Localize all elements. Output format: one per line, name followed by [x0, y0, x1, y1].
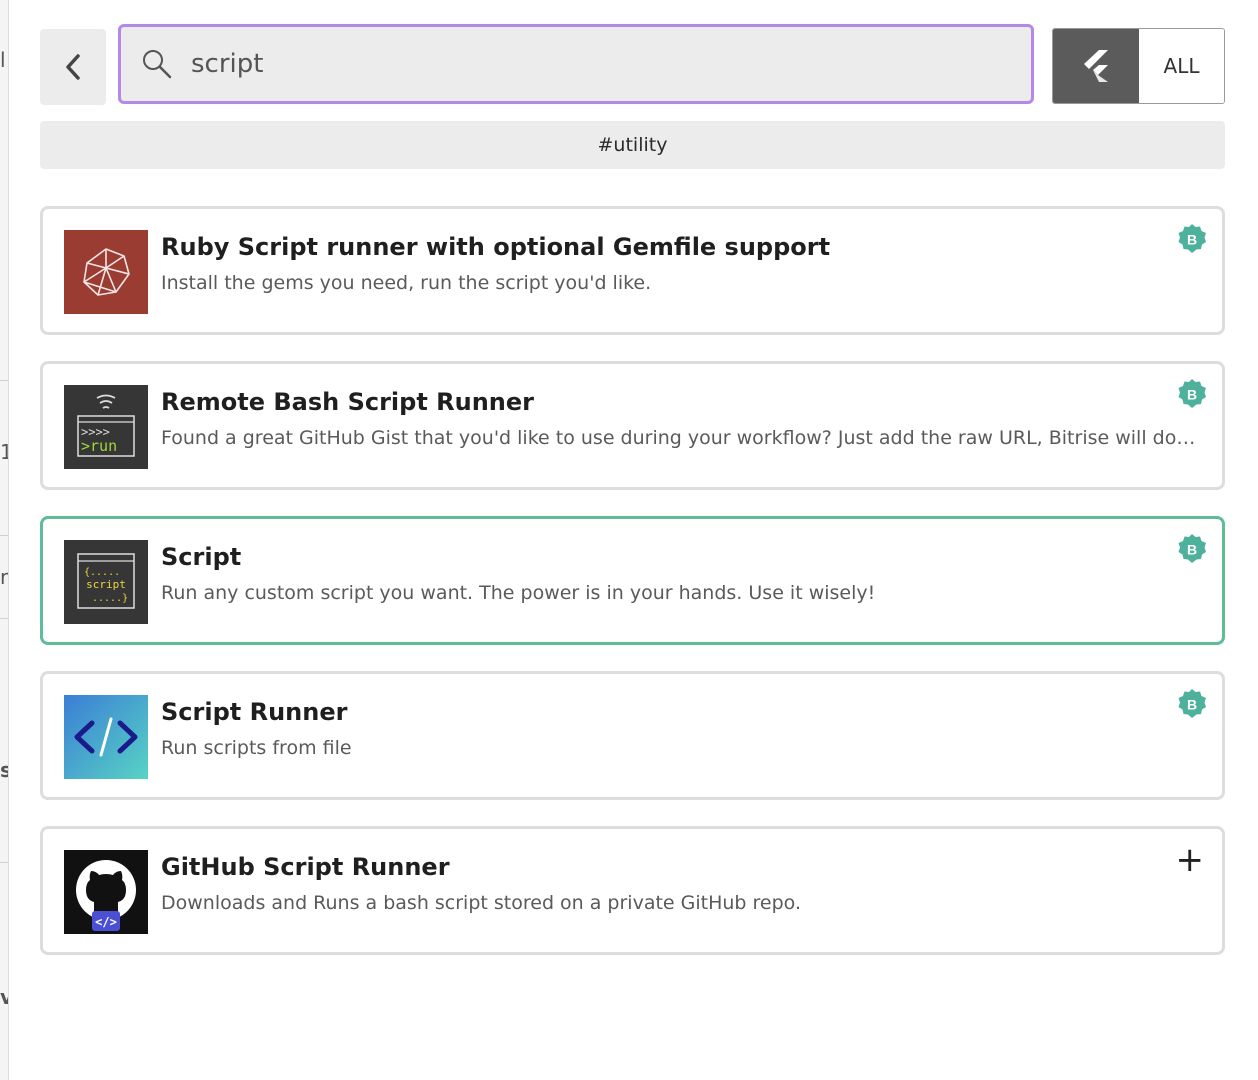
svg-text:{.....: {.....: [84, 567, 120, 578]
step-description: Install the gems you need, run the scrip…: [161, 272, 652, 294]
search-input[interactable]: [189, 48, 1013, 80]
terminal-run-icon: >>>> >run: [64, 385, 148, 469]
step-card-github-script-runner[interactable]: </> GitHub Script Runner Downloads and R…: [40, 826, 1225, 955]
svg-text:B: B: [1187, 697, 1197, 713]
svg-text:script: script: [86, 578, 126, 591]
step-card-remote-bash-script-runner[interactable]: >>>> >run Remote Bash Script Runner Foun…: [40, 361, 1225, 490]
platform-filter: ALL: [1052, 28, 1225, 104]
step-title: Remote Bash Script Runner: [161, 388, 535, 416]
add-step-icon[interactable]: +: [1176, 843, 1205, 877]
step-card-script-runner[interactable]: Script Runner Run scripts from file B: [40, 671, 1225, 800]
svg-text:B: B: [1187, 387, 1197, 403]
step-card-script[interactable]: {..... script .....} Script Run any cust…: [40, 516, 1225, 645]
step-description: Run any custom script you want. The powe…: [161, 582, 876, 604]
search-field[interactable]: [118, 24, 1034, 104]
svg-text:.....}: .....}: [92, 593, 128, 604]
bitrise-verified-badge-icon: B: [1176, 688, 1208, 720]
step-title: Script Runner: [161, 698, 348, 726]
svg-text:</>: </>: [95, 915, 117, 929]
svg-text:B: B: [1187, 232, 1197, 248]
step-title: GitHub Script Runner: [161, 853, 450, 881]
step-description: Run scripts from file: [161, 737, 352, 759]
all-filter-button[interactable]: ALL: [1139, 29, 1224, 103]
tag-filter-chip[interactable]: #utility: [40, 121, 1225, 169]
step-title: Script: [161, 543, 242, 571]
ruby-icon: [64, 230, 148, 314]
step-card-ruby-script-runner[interactable]: Ruby Script runner with optional Gemfile…: [40, 206, 1225, 335]
code-brackets-icon: [64, 695, 148, 779]
bitrise-verified-badge-icon: B: [1176, 223, 1208, 255]
bitrise-verified-badge-icon: B: [1176, 533, 1208, 565]
flutter-filter-button[interactable]: [1053, 29, 1139, 103]
background-window-edge: l 1 r s v: [0, 0, 9, 1080]
terminal-script-icon: {..... script .....}: [64, 540, 148, 624]
step-title: Ruby Script runner with optional Gemfile…: [161, 233, 831, 261]
bitrise-verified-badge-icon: B: [1176, 378, 1208, 410]
step-description: Found a great GitHub Gist that you'd lik…: [161, 427, 1201, 449]
github-octocat-icon: </>: [64, 850, 148, 934]
flutter-icon: [1084, 50, 1108, 82]
back-button[interactable]: [40, 29, 106, 105]
step-description: Downloads and Runs a bash script stored …: [161, 892, 802, 914]
svg-text:B: B: [1187, 542, 1197, 558]
chevron-left-icon: [66, 54, 80, 80]
svg-text:>run: >run: [81, 437, 117, 455]
search-icon: [141, 48, 173, 80]
